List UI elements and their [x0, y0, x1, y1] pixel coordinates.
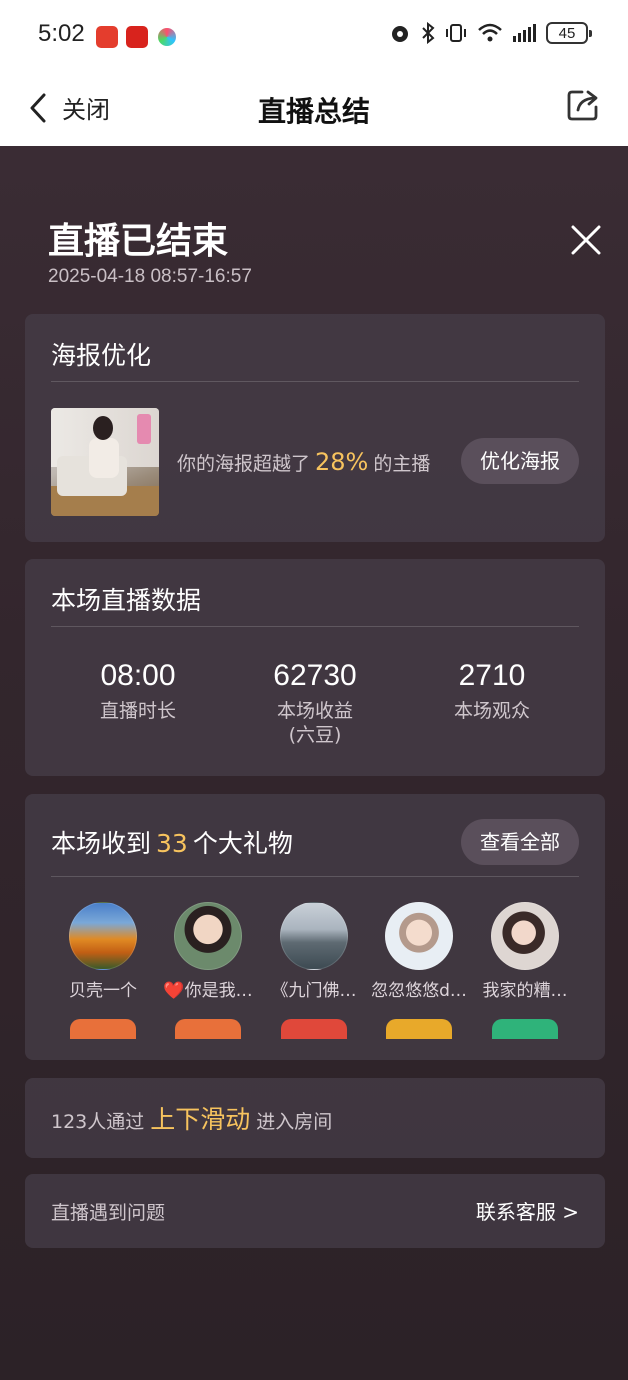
level-badge: [386, 1019, 452, 1039]
gift-giver[interactable]: 我家的糟…: [473, 902, 577, 1039]
view-all-button[interactable]: 查看全部: [461, 819, 579, 865]
stat-audience: 2710 本场观众: [417, 659, 567, 723]
status-bar: 5:02 45: [0, 0, 628, 70]
avatar: [280, 902, 348, 970]
swipe-entry-card: 123人通过 上下滑动 进入房间: [25, 1078, 605, 1158]
giver-name: ❤️你是我…: [163, 981, 253, 1001]
stat-value: 08:00: [100, 659, 176, 692]
stat-value: 62730: [273, 659, 357, 692]
close-button[interactable]: [566, 220, 606, 260]
swipe-count-text: 123人通过: [51, 1111, 145, 1133]
live-ended-title: 直播已结束: [48, 221, 229, 262]
divider: [51, 876, 579, 877]
bank-app-icon: [96, 26, 118, 48]
help-label: 直播遇到问题: [51, 1202, 166, 1224]
giver-name: 我家的糟…: [482, 981, 568, 1001]
optimize-poster-button[interactable]: 优化海报: [461, 438, 579, 484]
poster-rank-text: 你的海报超越了 28% 的主播: [177, 448, 430, 476]
avatar: [385, 902, 453, 970]
level-badge: [281, 1019, 347, 1039]
stat-sublabel: (六豆): [288, 724, 342, 746]
giver-name: 《九门佛…: [271, 981, 357, 1001]
stats-card: 本场直播数据 08:00 直播时长 62730 本场收益 (六豆) 2710 本…: [25, 559, 605, 776]
stats-heading: 本场直播数据: [51, 586, 202, 615]
avatar: [69, 902, 137, 970]
poster-text-before: 你的海报超越了: [177, 453, 311, 475]
page-title: 直播总结: [257, 95, 370, 128]
live-time-range: 2025-04-18 08:57-16:57: [48, 266, 252, 287]
divider: [51, 381, 579, 382]
vibrate-icon: [446, 24, 466, 42]
gift-giver[interactable]: 忽忽悠悠d…: [367, 902, 471, 1039]
gifts-card: 本场收到 33 个大礼物 查看全部 贝壳一个 ❤️你是我… 《九门佛… 忽忽悠悠d……: [25, 794, 605, 1060]
help-card: 直播遇到问题 联系客服 >: [25, 1174, 605, 1248]
gift-giver[interactable]: 贝壳一个: [51, 902, 155, 1039]
contact-support-link[interactable]: 联系客服 >: [476, 1196, 579, 1225]
system-icons: 45: [389, 22, 592, 44]
swipe-entry-text: 123人通过 上下滑动 进入房间: [51, 1100, 332, 1136]
summary-content: 直播已结束 2025-04-18 08:57-16:57 海报优化 你的海报超越…: [0, 146, 628, 1380]
avatar: [174, 902, 242, 970]
signal-icon: [513, 24, 536, 42]
poster-card: 海报优化 你的海报超越了 28% 的主播 优化海报: [25, 314, 605, 542]
shopping-app-icon: [126, 26, 148, 48]
gifts-heading-after: 个大礼物: [192, 829, 293, 858]
level-badge: [175, 1019, 241, 1039]
stat-label: 本场收益: [276, 700, 353, 722]
share-button[interactable]: [566, 88, 600, 126]
share-icon: [567, 90, 598, 121]
poster-text-after: 的主播: [373, 453, 431, 475]
wifi-icon: [478, 23, 502, 42]
swipe-after-text: 进入房间: [256, 1111, 333, 1133]
stat-label: 直播时长: [99, 700, 176, 722]
giver-name: 忽忽悠悠d…: [371, 981, 467, 1001]
poster-heading: 海报优化: [51, 341, 152, 370]
level-badge: [70, 1019, 136, 1039]
close-icon: [571, 225, 601, 255]
stat-income: 62730 本场收益 (六豆): [240, 659, 390, 747]
battery-icon: 45: [546, 22, 592, 44]
nav-bar: 关闭 直播总结: [0, 70, 628, 146]
alarm-icon: [392, 26, 408, 42]
gifts-heading: 本场收到 33 个大礼物: [51, 824, 293, 860]
stat-label: 本场观众: [453, 700, 530, 722]
status-time: 5:02: [38, 20, 85, 47]
gift-giver[interactable]: ❤️你是我…: [156, 902, 260, 1039]
gift-giver[interactable]: 《九门佛…: [262, 902, 366, 1039]
giver-name: 贝壳一个: [69, 981, 137, 1001]
poster-percent: 28%: [315, 448, 369, 476]
level-badge: [492, 1019, 558, 1039]
poster-thumbnail[interactable]: [51, 408, 159, 516]
avatar: [491, 902, 559, 970]
swipe-highlight: 上下滑动: [150, 1105, 251, 1134]
mobile-app-icon: [158, 28, 176, 46]
divider: [51, 626, 579, 627]
gifts-heading-before: 本场收到: [51, 829, 152, 858]
gifts-count: 33: [156, 829, 188, 858]
stat-value: 2710: [458, 659, 526, 692]
stat-duration: 08:00 直播时长: [63, 659, 213, 723]
bluetooth-icon: [422, 22, 435, 44]
